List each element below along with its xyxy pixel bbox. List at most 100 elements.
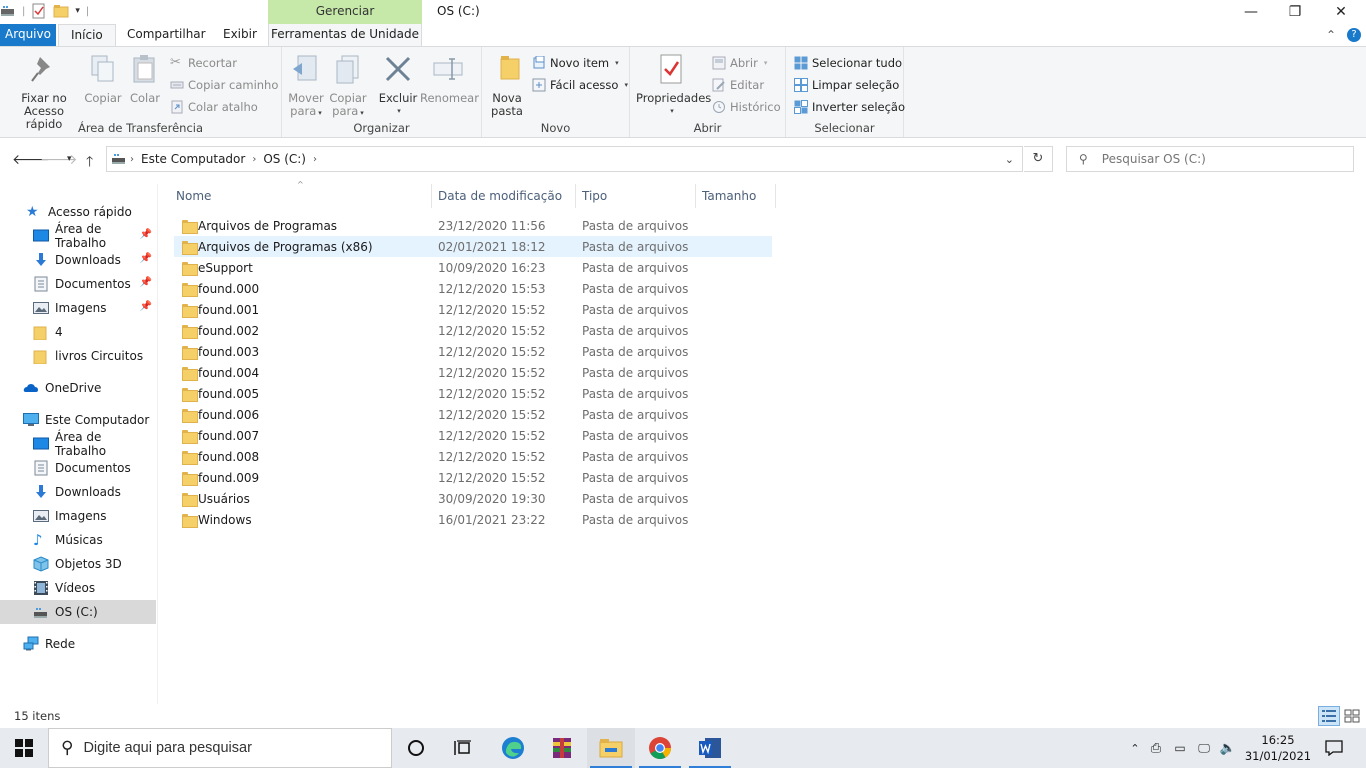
nav-pc-downloads[interactable]: Downloads [0,480,156,504]
table-row[interactable]: Arquivos de Programas (x86) 02/01/2021 18… [174,236,772,257]
file-name[interactable]: found.009 [198,471,259,485]
qat-dropdown-icon[interactable]: ▾ [75,6,80,16]
file-name[interactable]: found.002 [198,324,259,338]
pin-quick-access-button[interactable]: Fixar no Acesso rápido [6,53,82,131]
file-name[interactable]: found.003 [198,345,259,359]
tab-home[interactable]: Início [58,24,116,46]
table-row[interactable]: found.003 12/12/2020 15:52 Pasta de arquiv… [174,341,772,362]
new-folder-button[interactable]: Nova pasta [488,53,526,118]
delete-button[interactable]: Excluir ▾ [376,53,420,118]
nav-quick-desktop[interactable]: Área de Trabalho 📌 [0,222,156,250]
nav-quick-access[interactable]: ★ Acesso rápido [0,200,156,224]
file-name[interactable]: found.004 [198,366,259,380]
details-view-button[interactable] [1318,706,1340,726]
notifications-button[interactable] [1320,728,1348,768]
volume-icon[interactable]: 🔈 [1216,741,1240,756]
table-row[interactable]: eSupport 10/09/2020 16:23 Pasta de arquivo… [174,257,772,278]
move-to-button[interactable]: Mover para ▾ [286,53,326,120]
nav-pc-music[interactable]: ♪ Músicas [0,528,156,552]
nav-pc-documents[interactable]: Documentos [0,456,156,480]
select-all-button[interactable]: Selecionar tudo [794,53,902,73]
nav-pc-desktop[interactable]: Área de Trabalho [0,430,156,458]
table-row[interactable]: found.004 12/12/2020 15:52 Pasta de arquiv… [174,362,772,383]
search-input[interactable] [1101,152,1342,166]
properties-dropdown-icon[interactable]: ▾ [638,105,706,118]
search-box[interactable]: ⚲ [1066,146,1354,172]
file-name[interactable]: Usuários [198,492,250,506]
tab-drive-tools[interactable]: Ferramentas de Unidade [268,24,422,46]
copy-to-button[interactable]: Copiar para ▾ [328,53,368,120]
minimize-button[interactable]: — [1228,0,1274,24]
task-view-button[interactable] [440,728,488,768]
new-item-button[interactable]: Novo item ▾ [532,53,619,73]
breadcrumb-chevron-icon[interactable]: › [252,154,256,165]
breadcrumb-chevron-icon[interactable]: › [130,154,134,165]
clock[interactable]: 16:25 31/01/2021 [1242,732,1314,764]
file-name[interactable]: found.001 [198,303,259,317]
meet-now-icon[interactable]: ⎙ [1144,741,1168,756]
pin-icon[interactable]: 📌 [140,301,152,312]
address-history-chevron-icon[interactable]: ⌄ [1005,153,1014,166]
select-none-button[interactable]: Limpar seleção [794,75,899,95]
table-row[interactable]: Usuários 30/09/2020 19:30 Pasta de arquivo… [174,488,772,509]
up-arrow-icon[interactable]: 🡑 [86,151,93,175]
delete-dropdown-icon[interactable]: ▾ [378,105,420,118]
properties-qat-icon[interactable] [31,3,47,19]
file-name[interactable]: found.005 [198,387,259,401]
table-row[interactable]: found.008 12/12/2020 15:52 Pasta de arquiv… [174,446,772,467]
breadcrumb-this-pc[interactable]: Este Computador [141,152,245,166]
refresh-button[interactable]: ↻ [1024,146,1053,172]
tab-share[interactable]: Compartilhar [115,24,218,46]
column-header-date[interactable]: Data de modificação [432,184,576,208]
nav-quick-folder-4[interactable]: 4 [0,320,156,344]
large-icons-view-button[interactable] [1341,706,1363,726]
address-bar[interactable]: › Este Computador › OS (C:) › ⌄ [106,146,1023,172]
file-name[interactable]: Arquivos de Programas [198,219,337,233]
file-name[interactable]: found.008 [198,450,259,464]
nav-pc-pictures[interactable]: Imagens [0,504,156,528]
copy-path-button[interactable]: Copiar caminho [170,75,278,95]
table-row[interactable]: Arquivos de Programas 23/12/2020 11:56 Pas… [174,215,772,236]
pin-icon[interactable]: 📌 [140,229,152,240]
table-row[interactable]: found.009 12/12/2020 15:52 Pasta de arquiv… [174,467,772,488]
column-header-type[interactable]: Tipo [576,184,696,208]
nav-quick-documents[interactable]: Documentos 📌 [0,272,156,296]
show-hidden-icons-chevron-icon[interactable]: ⌃ [1126,742,1144,755]
file-name[interactable]: Arquivos de Programas (x86) [198,240,373,254]
invert-selection-button[interactable]: Inverter seleção [794,97,905,117]
breadcrumb-chevron-icon[interactable]: › [313,154,317,165]
word-taskbar-button[interactable] [686,728,734,768]
table-row[interactable]: found.007 12/12/2020 15:52 Pasta de arquiv… [174,425,772,446]
column-header-size[interactable]: Tamanho [696,184,776,208]
table-row[interactable]: Windows 16/01/2021 23:22 Pasta de arquivos [174,509,772,530]
chrome-taskbar-button[interactable] [636,728,684,768]
open-button[interactable]: Abrir ▾ [712,53,767,73]
column-header-name[interactable]: Nome [170,184,432,208]
recent-locations-chevron-icon[interactable]: ▾ [67,154,72,164]
breadcrumb-os-c[interactable]: OS (C:) [263,152,306,166]
cut-button[interactable]: ✂ Recortar [170,53,237,73]
nav-quick-pictures[interactable]: Imagens 📌 [0,296,156,320]
edge-taskbar-button[interactable] [489,728,537,768]
paste-button[interactable]: Colar [126,53,164,105]
manage-contextual-tab[interactable]: Gerenciar [268,0,422,24]
table-row[interactable]: found.000 12/12/2020 15:53 Pasta de arquiv… [174,278,772,299]
maximize-button[interactable]: ❐ [1272,0,1318,24]
collapse-ribbon-icon[interactable]: ⌃ [1326,28,1336,42]
table-row[interactable]: found.006 12/12/2020 15:52 Pasta de arquiv… [174,404,772,425]
pin-icon[interactable]: 📌 [140,277,152,288]
network-status-icon[interactable]: 🖵 [1192,741,1216,756]
file-name[interactable]: found.007 [198,429,259,443]
file-name[interactable]: eSupport [198,261,253,275]
paste-shortcut-button[interactable]: Colar atalho [170,97,258,117]
nav-pc-3d-objects[interactable]: Objetos 3D [0,552,156,576]
nav-quick-livros-circuitos[interactable]: livros Circuitos [0,344,156,368]
history-button[interactable]: Histórico [712,97,781,117]
table-row[interactable]: found.002 12/12/2020 15:52 Pasta de arquiv… [174,320,772,341]
table-row[interactable]: found.001 12/12/2020 15:52 Pasta de arquiv… [174,299,772,320]
new-folder-qat-icon[interactable] [53,3,69,19]
nav-pc-os-c[interactable]: OS (C:) [0,600,156,624]
tab-view[interactable]: Exibir [211,24,269,46]
nav-this-pc[interactable]: Este Computador [0,408,156,432]
file-name[interactable]: Windows [198,513,252,527]
